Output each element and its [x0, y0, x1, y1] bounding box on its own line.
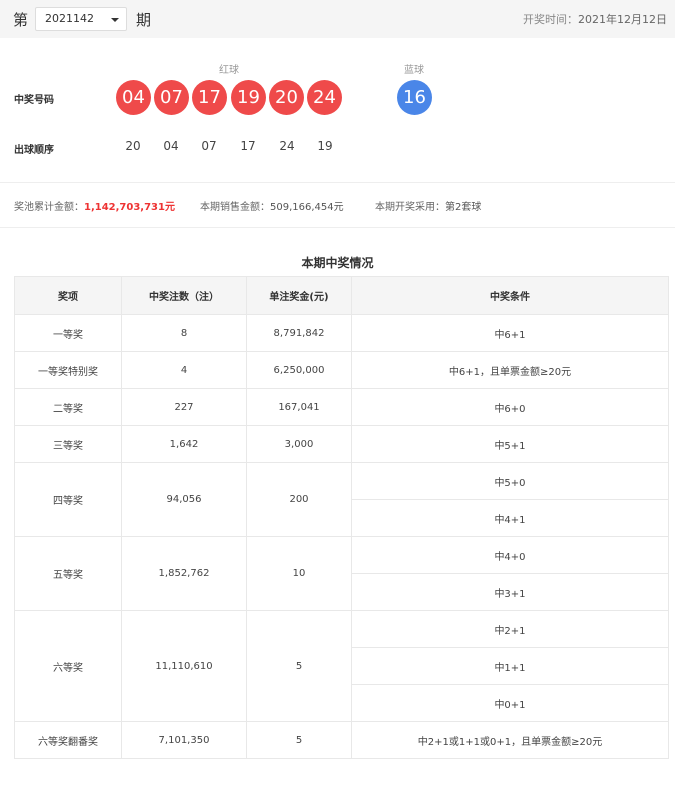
winner-count: 1,642	[121, 425, 247, 463]
issue-suffix: 期	[136, 11, 152, 29]
prize-condition: 中4+0	[351, 536, 669, 574]
blue-ball-label: 蓝球	[404, 65, 424, 76]
prize-amount: 10	[246, 536, 352, 611]
draw-order-value: 17	[240, 139, 256, 153]
winner-count: 1,852,762	[121, 536, 247, 611]
prize-condition: 中4+1	[351, 499, 669, 537]
table-row: 六等奖 11,110,610 5 中2+1	[14, 610, 669, 722]
red-ball: 04	[116, 80, 151, 115]
winning-numbers-label: 中奖号码	[14, 95, 54, 106]
prize-table-title: 本期中奖情况	[301, 256, 374, 270]
prize-condition: 中5+0	[351, 462, 669, 500]
draw-order-label: 出球顺序	[14, 145, 54, 156]
winner-count: 11,110,610	[121, 610, 247, 722]
table-row: 二等奖 227 167,041 中6+0	[14, 388, 669, 426]
issue-select[interactable]: 2021142	[35, 7, 127, 31]
prize-condition: 中6+0	[351, 388, 669, 426]
sales-amount: 本期销售金额：509,166,454元	[200, 198, 344, 213]
prize-table: 奖项 中奖注数（注） 单注奖金(元) 中奖条件 一等奖 8 8,791,842 …	[14, 276, 669, 759]
divider	[0, 227, 675, 228]
red-ball: 19	[231, 80, 266, 115]
header-prize: 奖项	[14, 276, 122, 315]
draw-order-value: 24	[279, 139, 295, 153]
ball-set-value: 第2套球	[445, 202, 482, 213]
table-header-row: 奖项 中奖注数（注） 单注奖金(元) 中奖条件	[14, 276, 669, 315]
draw-order-value: 19	[317, 139, 333, 153]
pool-amount: 奖池累计金额：1,142,703,731元	[14, 198, 175, 213]
pool-value: 1,142,703,731元	[84, 202, 175, 213]
prize-condition: 中5+1	[351, 425, 669, 463]
prize-name: 五等奖	[14, 536, 122, 611]
table-row: 一等奖特别奖 4 6,250,000 中6+1，且单票金额≥20元	[14, 351, 669, 389]
red-ball: 07	[154, 80, 189, 115]
red-ball-label: 红球	[219, 65, 239, 76]
table-row: 一等奖 8 8,791,842 中6+1	[14, 314, 669, 352]
prize-condition: 中0+1	[351, 684, 669, 722]
prize-condition: 中3+1	[351, 573, 669, 611]
header-count: 中奖注数（注）	[121, 276, 247, 315]
winner-count: 4	[121, 351, 247, 389]
draw-order-value: 04	[163, 139, 179, 153]
prize-name: 一等奖	[14, 314, 122, 352]
draw-time: 开奖时间：2021年12月12日	[523, 11, 667, 27]
prize-amount: 8,791,842	[246, 314, 352, 352]
prize-condition: 中2+1或1+1或0+1，且单票金额≥20元	[351, 721, 669, 759]
prize-name: 三等奖	[14, 425, 122, 463]
prize-name: 六等奖翻番奖	[14, 721, 122, 759]
sales-value: 509,166,454元	[270, 202, 344, 213]
prize-amount: 3,000	[246, 425, 352, 463]
header-condition: 中奖条件	[351, 276, 669, 315]
divider	[0, 182, 675, 183]
chevron-down-icon	[111, 18, 119, 22]
prize-condition: 中2+1	[351, 610, 669, 648]
draw-order-value: 07	[201, 139, 217, 153]
ball-set: 本期开奖采用：第2套球	[375, 198, 481, 213]
prize-amount: 5	[246, 721, 352, 759]
draw-order-value: 20	[125, 139, 141, 153]
prize-amount: 6,250,000	[246, 351, 352, 389]
table-row: 五等奖 1,852,762 10 中4+0	[14, 536, 669, 611]
winner-count: 227	[121, 388, 247, 426]
table-row: 三等奖 1,642 3,000 中5+1	[14, 425, 669, 463]
issue-bar: 第 2021142 期 开奖时间：2021年12月12日	[0, 0, 675, 38]
table-row: 六等奖翻番奖 7,101,350 5 中2+1或1+1或0+1，且单票金额≥20…	[14, 721, 669, 759]
blue-ball: 16	[397, 80, 432, 115]
prize-condition: 中6+1	[351, 314, 669, 352]
prize-condition: 中1+1	[351, 647, 669, 685]
prize-name: 四等奖	[14, 462, 122, 537]
issue-prefix: 第	[13, 11, 29, 29]
ball-set-label: 本期开奖采用：	[375, 202, 445, 213]
winner-count: 94,056	[121, 462, 247, 537]
red-ball: 17	[192, 80, 227, 115]
pool-label: 奖池累计金额：	[14, 202, 84, 213]
prize-amount: 5	[246, 610, 352, 722]
winner-count: 7,101,350	[121, 721, 247, 759]
red-ball: 20	[269, 80, 304, 115]
red-ball: 24	[307, 80, 342, 115]
prize-condition: 中6+1，且单票金额≥20元	[351, 351, 669, 389]
draw-time-value: 2021年12月12日	[578, 13, 667, 26]
prize-name: 一等奖特别奖	[14, 351, 122, 389]
prize-name: 二等奖	[14, 388, 122, 426]
prize-amount: 167,041	[246, 388, 352, 426]
prize-name: 六等奖	[14, 610, 122, 722]
winner-count: 8	[121, 314, 247, 352]
table-row: 四等奖 94,056 200 中5+0	[14, 462, 669, 537]
prize-amount: 200	[246, 462, 352, 537]
sales-label: 本期销售金额：	[200, 202, 270, 213]
draw-time-label: 开奖时间：	[523, 13, 578, 26]
issue-select-value: 2021142	[45, 12, 94, 25]
header-amount: 单注奖金(元)	[246, 276, 352, 315]
